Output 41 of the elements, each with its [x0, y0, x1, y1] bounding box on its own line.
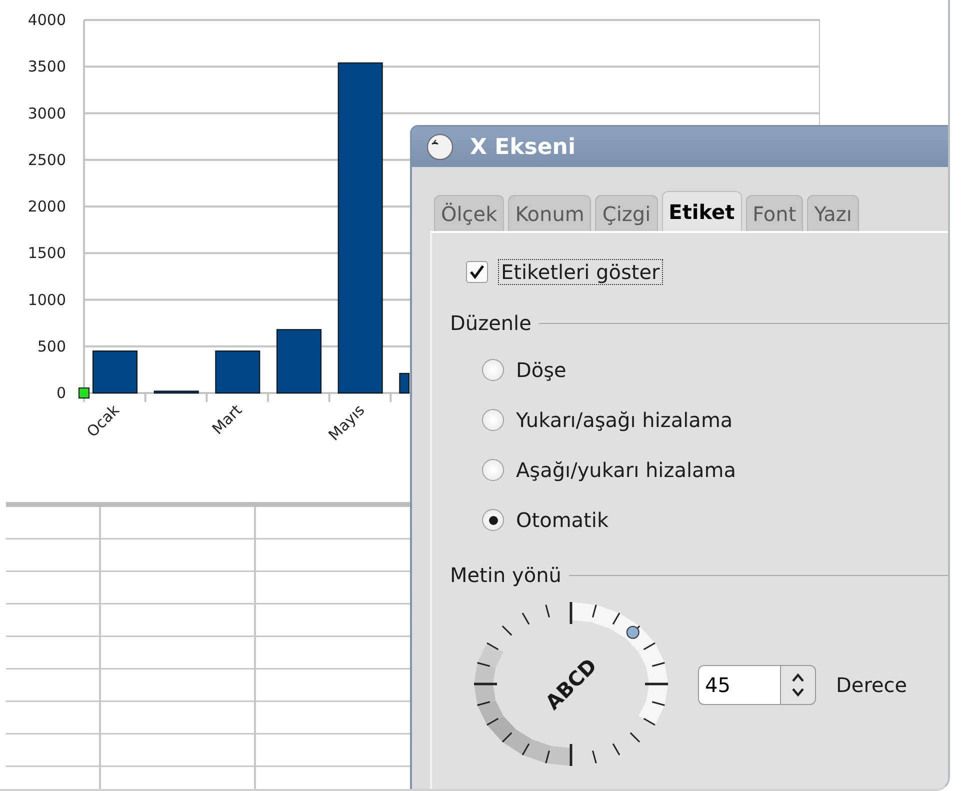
- chart-bar: [154, 390, 199, 394]
- degree-field[interactable]: 45: [698, 665, 780, 705]
- window-title: X Ekseni: [470, 134, 576, 160]
- y-axis-label: 3000: [28, 104, 66, 122]
- tab[interactable]: Ölçek: [434, 195, 504, 231]
- section-heading: Düzenle: [450, 311, 532, 335]
- dial-scale-drawing[interactable]: [474, 602, 668, 766]
- chart-bar: [215, 350, 260, 394]
- checkbox-label[interactable]: Etiketleri göster: [498, 259, 663, 285]
- checkbox[interactable]: [466, 261, 488, 283]
- radio-button[interactable]: [482, 459, 504, 481]
- radio-label[interactable]: Aşağı/yukarı hizalama: [516, 458, 736, 482]
- radio-label[interactable]: Otomatik: [516, 508, 609, 532]
- section-heading: Metin yönü: [450, 563, 562, 587]
- radio-label[interactable]: Yukarı/aşağı hizalama: [516, 408, 733, 432]
- selection-handle[interactable]: [78, 388, 90, 398]
- tab[interactable]: Font: [746, 195, 804, 231]
- radio-button[interactable]: [482, 509, 504, 531]
- y-axis-label: 1500: [28, 244, 66, 262]
- check-icon: [469, 264, 485, 280]
- chart-bar: [92, 350, 138, 394]
- tab[interactable]: Konum: [508, 195, 592, 231]
- dial-knob[interactable]: [626, 626, 640, 639]
- y-axis-label: 2500: [28, 150, 66, 169]
- y-axis-label: 0: [56, 384, 66, 402]
- chart-bar: [276, 329, 322, 394]
- chart-bar: [399, 372, 410, 394]
- app-icon: [426, 133, 454, 161]
- tab[interactable]: Çizgi: [595, 195, 658, 231]
- y-axis-label: 1000: [28, 290, 66, 309]
- tab[interactable]: Etiket: [662, 191, 742, 231]
- y-axis-label: 4000: [28, 11, 66, 29]
- tab[interactable]: Yazı: [807, 195, 859, 231]
- radio-button[interactable]: [482, 409, 504, 431]
- y-axis-label: 2000: [28, 198, 66, 216]
- y-axis-label: 500: [37, 337, 66, 356]
- radio-label[interactable]: Döşe: [516, 358, 566, 382]
- spin-button[interactable]: [780, 665, 816, 705]
- unit-label: Derece: [836, 673, 908, 697]
- radio-button[interactable]: [482, 359, 504, 381]
- y-axis-label: 3500: [28, 58, 66, 76]
